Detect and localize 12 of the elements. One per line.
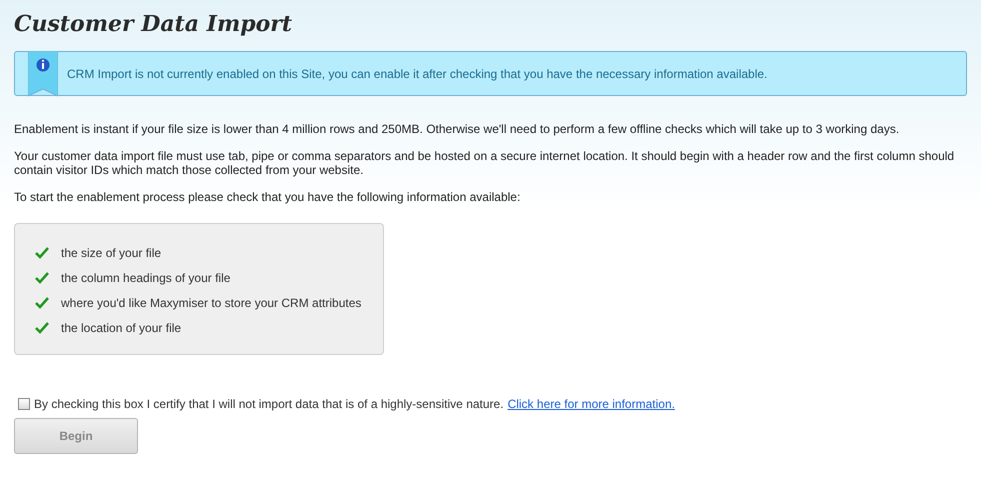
certify-checkbox[interactable] [18, 398, 30, 410]
checklist-item: where you'd like Maxymiser to store your CRM attributes [61, 295, 362, 312]
checklist-item: the location of your file [61, 320, 182, 337]
checklist-item: the column headings of your file [61, 270, 230, 287]
paragraph: To start the enablement process please check that you have the following information available: [14, 190, 522, 204]
certify-text: By checking this box I certify that I will not import data that is of a highly-sensitive nature. [34, 396, 504, 413]
page-title: Customer Data Import [14, 10, 292, 39]
more-info-link[interactable]: Click here for more information. [508, 395, 675, 413]
paragraph: Enablement is instant if your file size is lower than 4 million rows and 250MB. Otherwise we'll need to perform a few offline checks which will take up to 3 working days. [14, 122, 900, 136]
notice-text: CRM Import is not currently enabled on this Site, you can enable it after checking that you have the necessary information available. [67, 66, 768, 82]
paragraph: Your customer data import file must use tab, pipe or comma separators and be hosted on a secure internet location. It should begin with a header row and the first column should contain visitor IDs which match those collected from your website. [14, 149, 956, 177]
checklist-item: the size of your file [61, 245, 162, 262]
